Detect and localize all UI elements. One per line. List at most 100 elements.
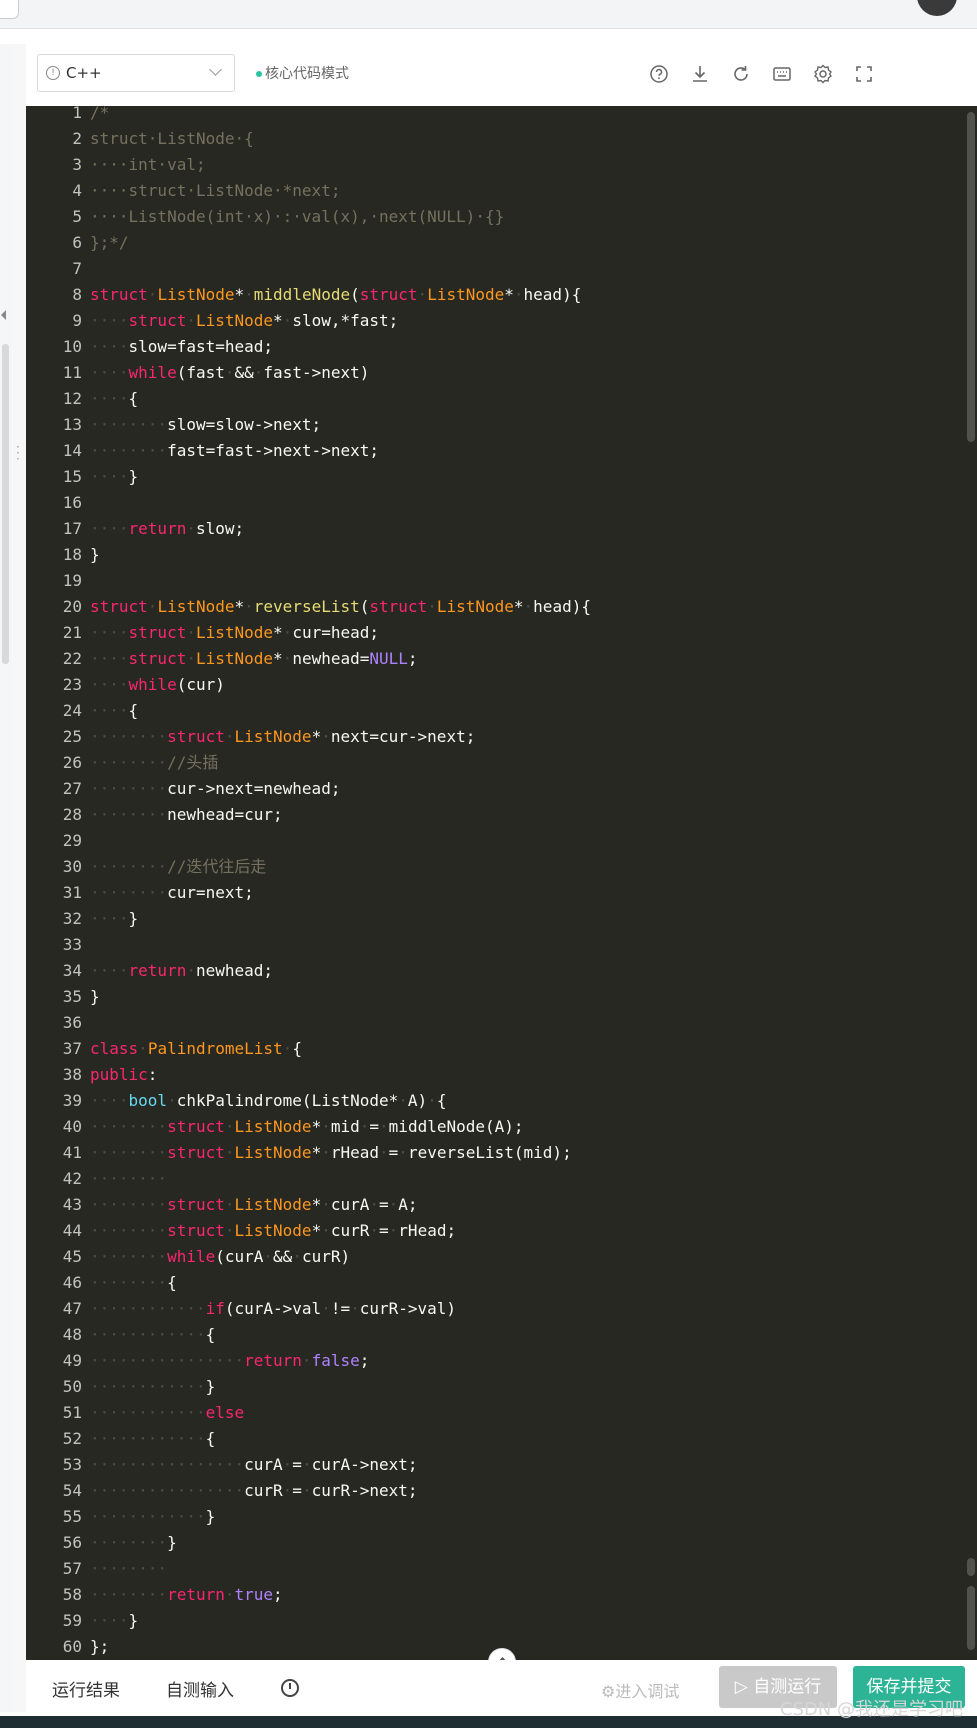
code-line[interactable]: 30 ········//迭代往后走	[26, 854, 591, 880]
code-line[interactable]: 57 ········	[26, 1556, 591, 1582]
code-line[interactable]: 47 ············if(curA->val·!=·curR->val)	[26, 1296, 591, 1322]
code-line[interactable]: 58 ········return·true;	[26, 1582, 591, 1608]
code-line[interactable]: 1 /*	[26, 106, 591, 126]
code-line[interactable]: 32 ····}	[26, 906, 591, 932]
line-number: 53	[62, 1455, 82, 1474]
code-line[interactable]: 26 ········//头插	[26, 750, 591, 776]
code-token: newhead;	[195, 961, 274, 980]
help-icon[interactable]	[648, 63, 670, 85]
line-number: 5	[72, 207, 82, 226]
code-line[interactable]: 27 ········cur->next=newhead;	[26, 776, 591, 802]
code-line[interactable]: 2 struct·ListNode·{	[26, 126, 591, 152]
code-text: ········struct·ListNode*·mid·=·middleNod…	[90, 1117, 524, 1136]
code-text: ········//头插	[90, 753, 218, 772]
code-line[interactable]: 29	[26, 828, 591, 854]
code-line[interactable]: 55 ············}	[26, 1504, 591, 1530]
code-line[interactable]: 19	[26, 568, 591, 594]
line-number: 12	[62, 389, 82, 408]
code-line[interactable]: 28 ········newhead=cur;	[26, 802, 591, 828]
code-line[interactable]: 54 ················curR·=·curR->next;	[26, 1478, 591, 1504]
avatar[interactable]	[917, 0, 957, 16]
code-line[interactable]: 41 ········struct·ListNode*·rHead·=·rever…	[26, 1140, 591, 1166]
code-line[interactable]: 36	[26, 1010, 591, 1036]
left-scrollbar[interactable]	[2, 344, 9, 664]
code-token: slow;	[195, 519, 245, 538]
code-line[interactable]: 52 ············{	[26, 1426, 591, 1452]
code-line[interactable]: 3 ····int·val;	[26, 152, 591, 178]
code-lines: 1/* 2 struct·ListNode·{3 ····int·val; 4 ····s…	[26, 106, 591, 1660]
code-token: struct	[128, 311, 187, 330]
code-text: ········while(curA·&&·curR)	[90, 1247, 350, 1266]
download-icon[interactable]	[689, 63, 711, 85]
collapse-arrow-icon[interactable]	[1, 310, 6, 320]
code-line[interactable]: 18}	[26, 542, 591, 568]
code-line[interactable]: 11 ····while(fast·&&·fast->next)	[26, 360, 591, 386]
tab-custom-input[interactable]: 自测输入	[166, 1676, 234, 1701]
code-text: ················curR·=·curR->next;	[90, 1481, 418, 1500]
code-line[interactable]: 4 ····struct·ListNode·*next;	[26, 178, 591, 204]
code-line[interactable]: 10 ····slow=fast=head;	[26, 334, 591, 360]
code-token: cur=head;	[292, 623, 380, 642]
code-line[interactable]: 51 ············else	[26, 1400, 591, 1426]
code-token: ············	[90, 1299, 206, 1318]
code-token: ·	[350, 1299, 360, 1318]
code-line[interactable]: 17 ····return·slow;	[26, 516, 591, 542]
code-line[interactable]: 48 ············{	[26, 1322, 591, 1348]
keyboard-icon[interactable]	[771, 63, 793, 85]
code-line[interactable]: 43 ········struct·ListNode*·curA·=·A;	[26, 1192, 591, 1218]
code-token: ····int·val;	[90, 155, 206, 174]
refresh-icon[interactable]	[730, 63, 752, 85]
code-line[interactable]: 35}	[26, 984, 591, 1010]
code-line[interactable]: 45 ········while(curA·&&·curR)	[26, 1244, 591, 1270]
clock-icon[interactable]	[281, 1679, 299, 1697]
code-line[interactable]: 34 ····return·newhead;	[26, 958, 591, 984]
line-number: 46	[62, 1273, 82, 1292]
code-line[interactable]: 53 ················curA·=·curA->next;	[26, 1452, 591, 1478]
code-line[interactable]: 23 ····while(cur)	[26, 672, 591, 698]
code-line[interactable]: 22 ····struct·ListNode*·newhead=NULL;	[26, 646, 591, 672]
code-line[interactable]: 14 ········fast=fast->next->next;	[26, 438, 591, 464]
code-line[interactable]: 13 ········slow=slow->next;	[26, 412, 591, 438]
code-line[interactable]: 9 ····struct·ListNode*·slow,*fast;	[26, 308, 591, 334]
tab-run-results[interactable]: 运行结果	[52, 1676, 120, 1701]
editor-scrollbar-marker	[967, 1558, 975, 1576]
code-line[interactable]: 7	[26, 256, 591, 282]
code-line[interactable]: 25 ········struct·ListNode*·next=cur->nex…	[26, 724, 591, 750]
resize-gutter[interactable]: · · ·	[12, 44, 26, 1712]
code-line[interactable]: 40 ········struct·ListNode*·mid·=·middleN…	[26, 1114, 591, 1140]
code-token: true	[234, 1585, 274, 1604]
settings-icon[interactable]	[812, 63, 834, 85]
language-select[interactable]: ! C++	[37, 54, 235, 92]
code-line[interactable]: 24 ····{	[26, 698, 591, 724]
code-line[interactable]: 42 ········	[26, 1166, 591, 1192]
code-line[interactable]: 8 struct·ListNode*·middleNode(struct·List…	[26, 282, 591, 308]
code-line[interactable]: 56 ········}	[26, 1530, 591, 1556]
code-line[interactable]: 21 ····struct·ListNode*·cur=head;	[26, 620, 591, 646]
debug-button[interactable]: ⚙进入调试	[601, 1678, 679, 1702]
fullscreen-icon[interactable]	[853, 63, 875, 85]
drag-handle-icon[interactable]: · · ·	[16, 441, 20, 465]
line-number: 4	[72, 181, 82, 200]
code-text: ········}	[90, 1533, 177, 1552]
code-line[interactable]: 37 class·PalindromeList·{	[26, 1036, 591, 1062]
editor-scrollbar[interactable]	[967, 112, 975, 442]
code-line[interactable]: 31 ········cur=next;	[26, 880, 591, 906]
code-text: ····}	[90, 1611, 138, 1630]
code-line[interactable]: 5 ····ListNode(int·x)·:·val(x),·next(NULL…	[26, 204, 591, 230]
code-line[interactable]: 6};*/	[26, 230, 591, 256]
chevron-down-icon	[209, 63, 222, 76]
code-line[interactable]: 20 struct·ListNode*·reverseList(struct·Li…	[26, 594, 591, 620]
code-line[interactable]: 39 ····bool·chkPalindrome(ListNode*·A)·{	[26, 1088, 591, 1114]
code-line[interactable]: 33	[26, 932, 591, 958]
code-line[interactable]: 44 ········struct·ListNode*·curR·=·rHead;	[26, 1218, 591, 1244]
code-line[interactable]: 12 ····{	[26, 386, 591, 412]
code-line[interactable]: 49 ················return·false;	[26, 1348, 591, 1374]
code-line[interactable]: 59 ····}	[26, 1608, 591, 1634]
code-editor[interactable]: 1/* 2 struct·ListNode·{3 ····int·val; 4 ····s…	[26, 106, 977, 1660]
code-line[interactable]: 16	[26, 490, 591, 516]
code-line[interactable]: 46 ········{	[26, 1270, 591, 1296]
code-line[interactable]: 38 public:	[26, 1062, 591, 1088]
code-line[interactable]: 50 ············}	[26, 1374, 591, 1400]
code-text: };	[90, 1637, 109, 1656]
code-line[interactable]: 15 ····}	[26, 464, 591, 490]
